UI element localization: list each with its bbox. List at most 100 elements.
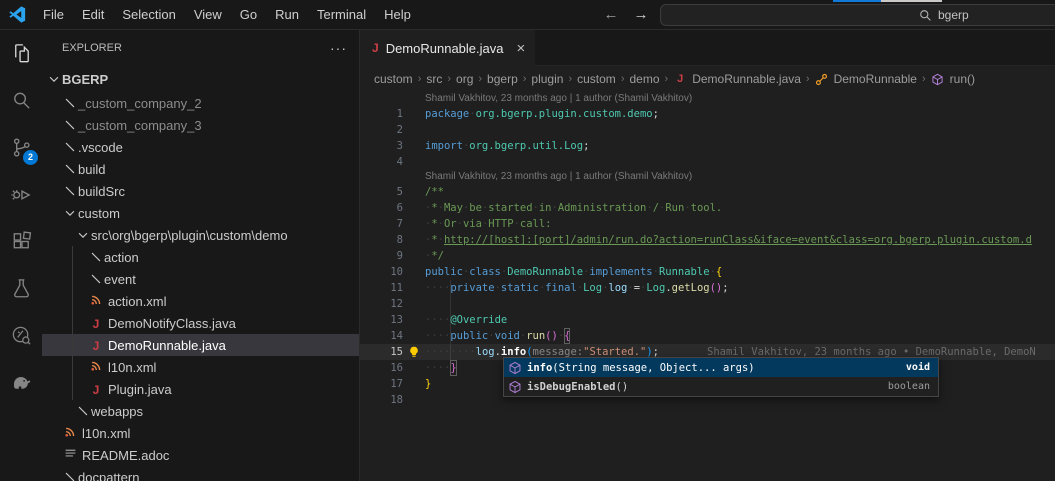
explorer-more-actions-icon[interactable]: ··· <box>330 40 347 56</box>
code-editor[interactable]: Shamil Vakhitov, 23 months ago | 1 autho… <box>360 92 1055 481</box>
breadcrumb-demo[interactable]: demo <box>629 72 659 86</box>
suggestion-info[interactable]: info(String message, Object... args) voi… <box>504 358 938 377</box>
tree-item-docpattern[interactable]: docpattern <box>42 466 359 481</box>
codelens-blame[interactable]: Shamil Vakhitov, 23 months ago | 1 autho… <box>360 92 1055 106</box>
breadcrumb-org[interactable]: org <box>456 72 473 86</box>
tree-item-_custom_company_2[interactable]: _custom_company_2 <box>42 92 359 114</box>
chevron-down-icon <box>62 206 78 220</box>
line-number: 6 <box>360 200 403 216</box>
source-control-icon[interactable]: 2 <box>0 124 42 171</box>
tree-item-.vscode[interactable]: .vscode <box>42 136 359 158</box>
breadcrumb-bgerp[interactable]: bgerp <box>487 72 518 86</box>
line-number: 13 <box>360 312 403 328</box>
tree-item-src-org-bgerp-plugin-custom-demo[interactable]: src\org\bgerp\plugin\custom\demo <box>42 224 359 246</box>
code-line-14[interactable]: 14····public·void·run()·{ <box>360 328 1055 344</box>
extensions-icon[interactable] <box>0 218 42 265</box>
code-line-5[interactable]: 5/** <box>360 184 1055 200</box>
breadcrumb-custom[interactable]: custom <box>577 72 616 86</box>
tree-item-event[interactable]: event <box>42 268 359 290</box>
tree-item-label: DemoRunnable.java <box>108 338 226 353</box>
explorer-icon[interactable] <box>0 30 42 77</box>
testing-icon[interactable] <box>0 265 42 312</box>
breadcrumb-method[interactable]: run() <box>950 72 975 86</box>
code-line-9[interactable]: 9·*/ <box>360 248 1055 264</box>
tree-item-webapps[interactable]: webapps <box>42 400 359 422</box>
breadcrumb-separator: › <box>806 73 810 85</box>
tab-bar: J DemoRunnable.java × <box>360 30 1055 66</box>
vscode-window: FileEditSelectionViewGoRunTerminalHelp ←… <box>0 0 1055 481</box>
code-line-11[interactable]: 11····private·static·final·Log·log·=·Log… <box>360 280 1055 296</box>
tab-close-icon[interactable]: × <box>516 40 525 57</box>
tree-item-_custom_company_3[interactable]: _custom_company_3 <box>42 114 359 136</box>
breadcrumb-src[interactable]: src <box>426 72 442 86</box>
lightbulb-icon[interactable] <box>408 346 420 358</box>
line-number: 15 <box>360 344 403 360</box>
suggestion-isdebugenabled[interactable]: isDebugEnabled() boolean <box>504 377 938 396</box>
nav-back-icon[interactable]: ← <box>599 4 623 26</box>
workspace-section[interactable]: BGERP <box>42 66 359 92</box>
tree-item-build[interactable]: build <box>42 158 359 180</box>
code-line-7[interactable]: 7·*·Or·via·HTTP·call: <box>360 216 1055 232</box>
menu-run[interactable]: Run <box>266 4 308 26</box>
menu-selection[interactable]: Selection <box>113 4 184 26</box>
menu-terminal[interactable]: Terminal <box>308 4 375 26</box>
tree-item-plugin.java[interactable]: JPlugin.java <box>42 378 359 400</box>
menu-go[interactable]: Go <box>231 4 266 26</box>
breadcrumb-separator: › <box>523 73 527 85</box>
breadcrumb-class[interactable]: DemoRunnable <box>834 72 917 86</box>
breadcrumb-custom[interactable]: custom <box>374 72 413 86</box>
chevron-right-icon <box>62 118 78 132</box>
tree-item-label: .vscode <box>78 140 123 155</box>
suggestion-return-type: boolean <box>888 379 930 395</box>
command-center-search[interactable]: bgerp <box>660 4 1055 26</box>
menu-help[interactable]: Help <box>375 4 420 26</box>
sidebar-explorer: EXPLORER ··· BGERP _custom_company_2_cus… <box>42 30 360 481</box>
tree-item-label: buildSrc <box>78 184 125 199</box>
menu-edit[interactable]: Edit <box>73 4 113 26</box>
adoc-file-icon <box>62 447 78 463</box>
run-debug-icon[interactable] <box>0 171 42 218</box>
top-strip-light <box>881 0 942 2</box>
tab-demorunnable[interactable]: J DemoRunnable.java × <box>360 30 535 66</box>
search-view-icon[interactable] <box>0 77 42 124</box>
menu-file[interactable]: File <box>34 4 73 26</box>
breadcrumb-plugin[interactable]: plugin <box>531 72 563 86</box>
java-file-icon: J <box>88 382 104 397</box>
breadcrumb-file[interactable]: DemoRunnable.java <box>692 72 801 86</box>
tree-item-demorunnable.java[interactable]: JDemoRunnable.java <box>42 334 359 356</box>
chevron-right-icon <box>88 250 104 264</box>
nav-forward-icon[interactable]: → <box>629 4 653 26</box>
explorer-title: EXPLORER <box>62 42 330 54</box>
gradle-icon[interactable] <box>0 359 42 406</box>
code-line-6[interactable]: 6·*·May·be·started·in·Administration·/·R… <box>360 200 1055 216</box>
codelens-blame[interactable]: Shamil Vakhitov, 23 months ago | 1 autho… <box>360 170 1055 184</box>
tree-item-label: build <box>78 162 105 177</box>
tree-item-custom[interactable]: custom <box>42 202 359 224</box>
tree-item-action.xml[interactable]: action.xml <box>42 290 359 312</box>
code-line-4[interactable]: 4 <box>360 154 1055 170</box>
vscode-logo-icon <box>9 6 26 23</box>
java-file-icon: J <box>88 316 104 331</box>
tree-item-l10n.xml[interactable]: l10n.xml <box>42 422 359 444</box>
tree-item-demonotifyclass.java[interactable]: JDemoNotifyClass.java <box>42 312 359 334</box>
tree-item-buildsrc[interactable]: buildSrc <box>42 180 359 202</box>
editor-group: J DemoRunnable.java × custom › src › org › bge… <box>360 30 1055 481</box>
code-line-2[interactable]: 2 <box>360 122 1055 138</box>
tree-item-action[interactable]: action <box>42 246 359 268</box>
code-line-3[interactable]: 3import·org.bgerp.util.Log; <box>360 138 1055 154</box>
gitlens-icon[interactable] <box>0 312 42 359</box>
line-number: 12 <box>360 296 403 312</box>
code-line-13[interactable]: 13····@Override <box>360 312 1055 328</box>
file-tree: _custom_company_2_custom_company_3 .vscod… <box>42 92 359 481</box>
tree-item-l10n.xml[interactable]: l10n.xml <box>42 356 359 378</box>
line-number: 8 <box>360 232 403 248</box>
code-line-10[interactable]: 10public·class·DemoRunnable·implements·R… <box>360 264 1055 280</box>
code-line-8[interactable]: 8·*·http://[host]:[port]/admin/run.do?ac… <box>360 232 1055 248</box>
chevron-right-icon <box>62 184 78 198</box>
tree-item-label: event <box>104 272 136 287</box>
code-line-12[interactable]: 12 <box>360 296 1055 312</box>
menu-view[interactable]: View <box>185 4 231 26</box>
tree-item-readme.adoc[interactable]: README.adoc <box>42 444 359 466</box>
code-line-1[interactable]: 1package·org.bgerp.plugin.custom.demo; <box>360 106 1055 122</box>
breadcrumb-separator: › <box>922 73 926 85</box>
